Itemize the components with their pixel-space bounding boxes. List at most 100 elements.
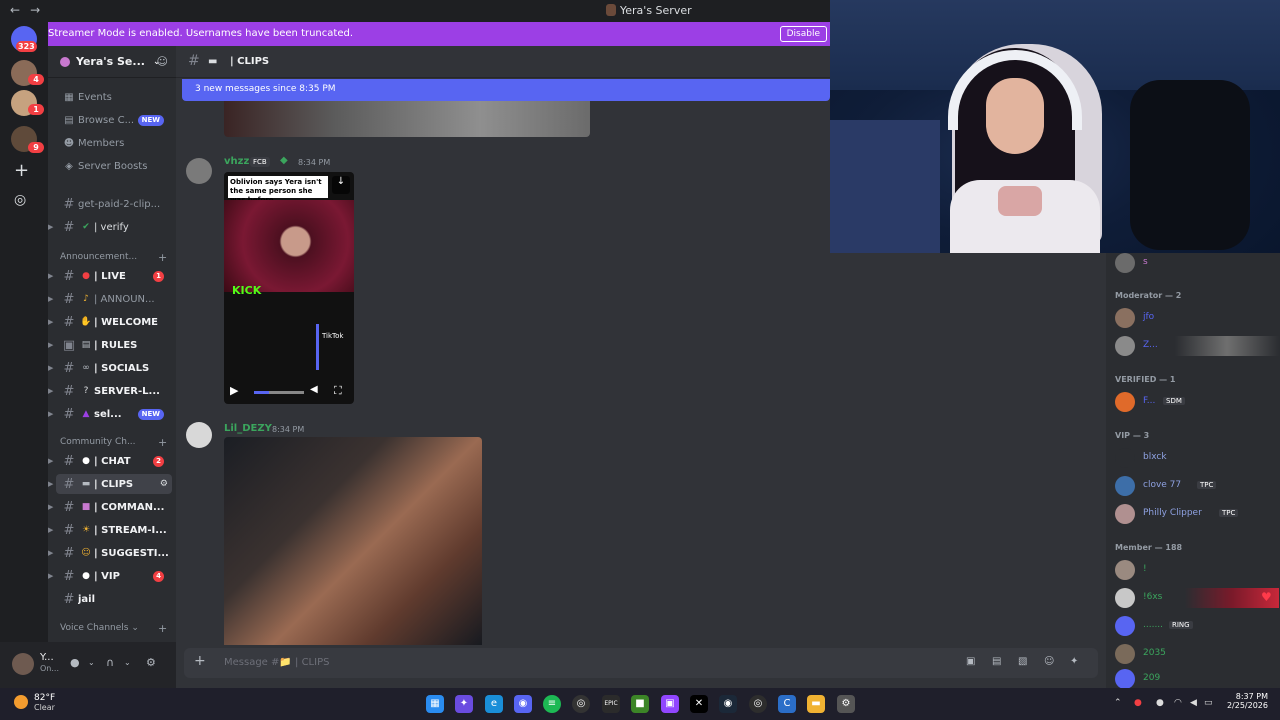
avatar[interactable]: [12, 653, 34, 675]
microphone-tray-icon[interactable]: ●: [1156, 698, 1164, 708]
minecraft-icon[interactable]: ■: [631, 695, 649, 713]
channel-get-paid[interactable]: # get-paid-2-clip...: [48, 194, 176, 214]
settings-gear-icon[interactable]: ⚙: [160, 479, 168, 489]
add-attachment-icon[interactable]: +: [194, 653, 206, 669]
chevron-down-icon[interactable]: ⌄: [124, 658, 131, 667]
disable-button[interactable]: Disable: [779, 26, 827, 42]
channel-announcements[interactable]: ▶ # ♪ | ANNOUN...: [48, 289, 176, 309]
epic-games-icon[interactable]: EPIC: [602, 695, 620, 713]
fullscreen-icon[interactable]: ⛶: [334, 384, 342, 398]
member-item[interactable]: 209: [1115, 669, 1275, 688]
message-author[interactable]: Lil_DEZY: [224, 423, 272, 434]
member-item[interactable]: !6xs ♥: [1115, 588, 1279, 608]
speaker-icon[interactable]: ◀: [310, 384, 318, 395]
clock[interactable]: 8:37 PM 2/25/2026: [1214, 692, 1268, 710]
settings-app-icon[interactable]: ⚙: [837, 695, 855, 713]
add-server-icon[interactable]: +: [14, 160, 29, 181]
sidebar-item-boosts[interactable]: ◈ Server Boosts: [48, 156, 176, 176]
play-icon[interactable]: ▶: [230, 384, 238, 397]
image-attachment[interactable]: [224, 437, 482, 645]
member-item[interactable]: Z...: [1115, 336, 1279, 356]
sidebar-item-events[interactable]: ▦ Events: [48, 87, 176, 107]
avatar[interactable]: [186, 158, 212, 184]
gif-icon[interactable]: ▤: [992, 656, 1001, 667]
channel-socials[interactable]: ▶ # ∞ | SOCIALS: [48, 358, 176, 378]
gift-icon[interactable]: ▣: [966, 656, 975, 667]
member-item[interactable]: jfo: [1115, 308, 1275, 328]
member-item[interactable]: !: [1115, 560, 1275, 580]
new-messages-bar[interactable]: 3 new messages since 8:35 PM: [182, 79, 830, 101]
member-item[interactable]: clove 77 TPC: [1115, 476, 1275, 496]
headphones-icon[interactable]: ∩: [106, 656, 114, 669]
channel-server-l[interactable]: ▶ #? SERVER-L...: [48, 381, 176, 401]
capcut-icon[interactable]: ✕: [690, 695, 708, 713]
bell-icon: ♪: [83, 294, 89, 304]
video-attachment[interactable]: Oblivion says Yera isn't the same person…: [224, 172, 354, 404]
member-item[interactable]: 2035: [1115, 644, 1275, 664]
edge-browser-icon[interactable]: e: [485, 695, 503, 713]
invite-people-icon[interactable]: ☺: [157, 55, 168, 68]
category-announcements[interactable]: Announcement... +: [60, 251, 167, 264]
channel-rules[interactable]: ▶ ▣ ▤ | RULES: [48, 335, 176, 355]
server-header[interactable]: Yera's Se... ⌄ ☺: [48, 46, 176, 78]
member-item[interactable]: ....... RING: [1115, 616, 1275, 636]
apps-icon[interactable]: ✦: [1070, 656, 1078, 667]
microphone-icon[interactable]: ●: [70, 656, 80, 669]
tray-overflow-icon[interactable]: ⌃: [1114, 698, 1122, 708]
copilot-icon[interactable]: ✦: [455, 695, 473, 713]
channel-suggestions[interactable]: ▶ # ☺ | SUGGESTI...: [48, 543, 176, 563]
file-explorer-icon[interactable]: ▬: [807, 695, 825, 713]
sidebar-item-browse[interactable]: ▤ Browse C... NEW: [48, 110, 176, 130]
channel-sel[interactable]: ▶ # ▲ sel... NEW: [48, 404, 176, 424]
obs-icon[interactable]: ◎: [572, 695, 590, 713]
add-channel-icon[interactable]: +: [158, 622, 167, 635]
wifi-icon[interactable]: ◠: [1174, 698, 1182, 708]
add-channel-icon[interactable]: +: [158, 436, 167, 449]
weather-widget[interactable]: 82°F Clear: [14, 693, 55, 712]
spotify-icon[interactable]: ≡: [543, 695, 561, 713]
back-arrow-icon[interactable]: ←: [10, 3, 20, 17]
message-author[interactable]: vhzz: [224, 156, 249, 167]
member-item[interactable]: Philly Clipper TPC: [1115, 504, 1275, 524]
video-progress-bar[interactable]: [254, 391, 304, 394]
channel-jail[interactable]: # jail: [48, 589, 176, 609]
tray-app-icon[interactable]: ●: [1134, 698, 1142, 708]
add-channel-icon[interactable]: +: [158, 251, 167, 264]
user-settings-gear-icon[interactable]: ⚙: [146, 656, 156, 669]
c-app-icon[interactable]: C: [778, 695, 796, 713]
member-item[interactable]: F... SDM: [1115, 392, 1275, 412]
forward-arrow-icon[interactable]: →: [30, 3, 40, 17]
volume-icon[interactable]: ◀: [1190, 698, 1197, 708]
channel-vip[interactable]: ▶ # ● | VIP 4: [48, 566, 176, 586]
message-input[interactable]: Message #📁 | CLIPS: [224, 657, 329, 668]
avatar: [1115, 504, 1135, 524]
chevron-down-icon[interactable]: ⌄: [88, 658, 95, 667]
chrome-icon[interactable]: ◎: [749, 695, 767, 713]
start-windows-icon[interactable]: ▦: [426, 695, 444, 713]
channel-verify[interactable]: ▶ # ✔ | verify: [48, 217, 176, 237]
previous-attachment[interactable]: [224, 101, 590, 137]
category-voice[interactable]: Voice Channels ⌄ +: [60, 622, 167, 635]
sidebar-item-members[interactable]: ☻ Members: [48, 133, 176, 153]
sticker-icon[interactable]: ▧: [1018, 656, 1027, 667]
battery-icon[interactable]: ▭: [1204, 698, 1213, 708]
avatar[interactable]: [186, 422, 212, 448]
discover-compass-icon[interactable]: ◎: [14, 192, 26, 208]
screen: ← → Yera's Server 323 4 1 9 + ◎ Streamer …: [0, 0, 1280, 720]
channel-live[interactable]: ▶ # ● | LIVE 1: [48, 266, 176, 286]
download-icon[interactable]: ↓: [332, 176, 350, 194]
twitch-icon[interactable]: ▣: [661, 695, 679, 713]
steam-icon[interactable]: ◉: [719, 695, 737, 713]
member-item[interactable]: blxck: [1115, 448, 1275, 468]
channel-stream-ideas[interactable]: ▶ # ☀ | STREAM-I...: [48, 520, 176, 540]
volume-slider[interactable]: [316, 324, 319, 370]
discord-app-icon[interactable]: ◉: [514, 695, 532, 713]
category-community[interactable]: Community Ch... +: [60, 436, 167, 449]
channel-welcome[interactable]: ▶ # ✋ | WELCOME: [48, 312, 176, 332]
user-name: Y...: [40, 652, 54, 663]
channel-commands[interactable]: ▶ # ■ | COMMAN...: [48, 497, 176, 517]
emoji-icon[interactable]: ☺: [1044, 656, 1054, 667]
member-item[interactable]: s: [1115, 253, 1275, 273]
channel-chat[interactable]: ▶ # ● | CHAT 2: [48, 451, 176, 471]
channel-clips-selected[interactable]: ▶ # ▬ | CLIPS ⚙: [48, 474, 172, 494]
